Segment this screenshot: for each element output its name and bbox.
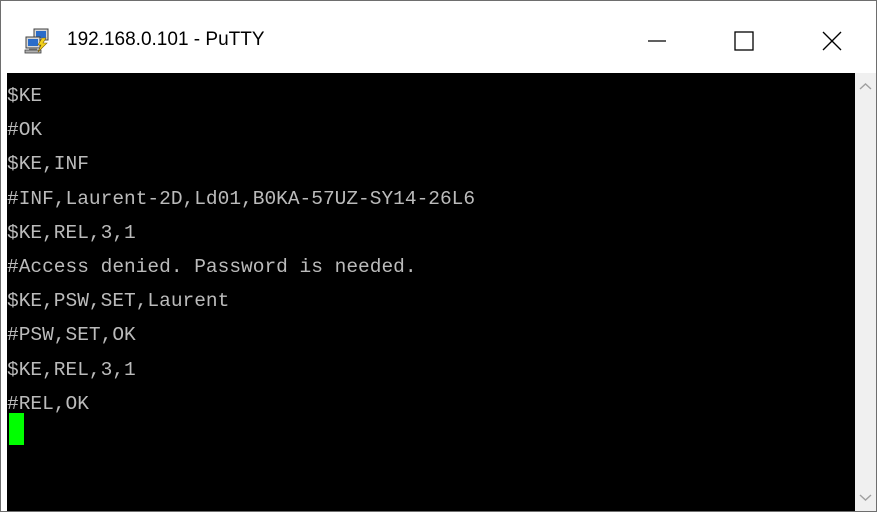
minimize-button[interactable] xyxy=(632,15,692,67)
title-bar[interactable]: 192.168.0.101 - PuTTY xyxy=(1,1,876,73)
vertical-scrollbar[interactable] xyxy=(855,73,876,511)
terminal-line: #OK xyxy=(7,119,43,142)
terminal-line: $KE,INF xyxy=(7,153,89,176)
putty-icon[interactable] xyxy=(23,27,51,55)
terminal-line: #REL,OK xyxy=(7,392,89,415)
maximize-icon xyxy=(734,31,754,51)
close-icon xyxy=(822,31,842,51)
scroll-up-button[interactable] xyxy=(855,77,876,97)
terminal-line: $KE xyxy=(7,85,43,107)
terminal-line: #PSW,SET,OK xyxy=(7,324,136,347)
terminal-line: $KE,REL,3,1 xyxy=(7,221,136,244)
maximize-button[interactable] xyxy=(713,15,773,67)
close-button[interactable] xyxy=(813,15,873,67)
scroll-up-arrow-icon xyxy=(859,83,872,90)
terminal-line: #Access denied. Password is needed. xyxy=(7,255,417,278)
terminal-output: $KE #OK $KE,INF #INF,Laurent-2D,Ld01,B0K… xyxy=(7,79,475,421)
terminal-screen[interactable]: $KE #OK $KE,INF #INF,Laurent-2D,Ld01,B0K… xyxy=(7,73,855,511)
window-title: 192.168.0.101 - PuTTY xyxy=(67,29,265,50)
putty-window: 192.168.0.101 - PuTTY $KE #OK $KE,INF #I… xyxy=(0,0,877,512)
terminal-cursor xyxy=(9,413,24,445)
terminal-line: #INF,Laurent-2D,Ld01,B0KA-57UZ-SY14-26L6 xyxy=(7,187,476,210)
terminal-line: $KE,PSW,SET,Laurent xyxy=(7,290,230,313)
scroll-down-button[interactable] xyxy=(855,487,876,507)
scroll-down-arrow-icon xyxy=(859,494,872,501)
terminal-line: $KE,REL,3,1 xyxy=(7,358,136,381)
minimize-icon xyxy=(648,40,666,42)
